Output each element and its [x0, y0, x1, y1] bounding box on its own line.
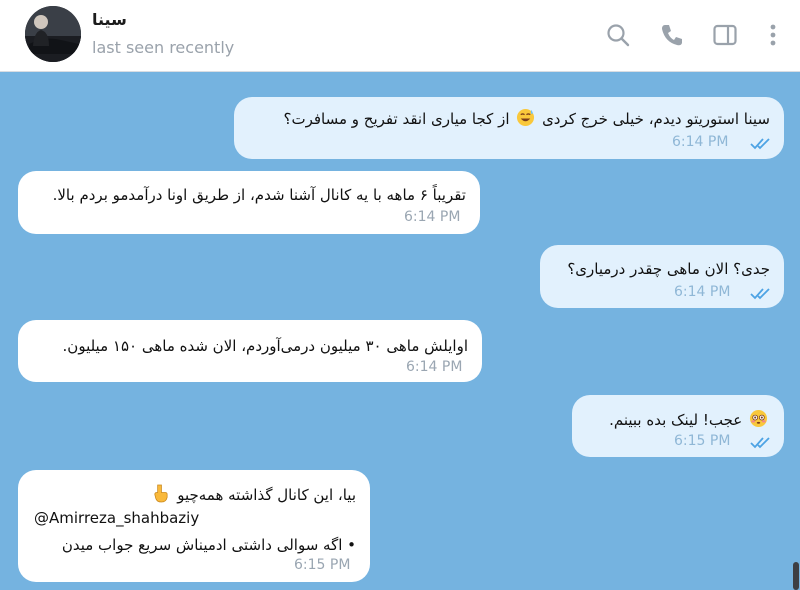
message-incoming[interactable]: تقریباً ۶ ماهه با یه کانال آشنا شدم، از …: [18, 171, 480, 234]
double-check-icon: [750, 287, 774, 301]
message-text: سینا استوریتو دیدم، خیلی خرج کردی از کجا…: [283, 108, 770, 129]
message-outgoing[interactable]: عجب! لینک بده ببینم. 6:15 PM: [572, 395, 784, 457]
message-text: عجب! لینک بده ببینم.: [609, 409, 770, 430]
more-vertical-icon[interactable]: [760, 22, 782, 48]
phone-icon[interactable]: [659, 22, 685, 48]
message-text-part: سینا استوریتو دیدم، خیلی خرج کردی: [542, 110, 770, 128]
message-text: جدی؟ الان ماهی چقدر درمیاری؟: [567, 260, 770, 278]
avatar-photo: [25, 6, 81, 62]
point-down-emoji-icon: [154, 484, 168, 503]
double-check-icon: [750, 436, 774, 450]
message-text: بیا، این کانال گذاشته همه‌چیو: [149, 484, 356, 505]
message-text: اوایلش ماهی ۳۰ میلیون درمی‌آوردم، الان ش…: [62, 337, 468, 355]
double-check-icon: [750, 137, 774, 151]
contact-status: last seen recently: [92, 38, 235, 57]
message-time: 6:14 PM: [672, 134, 729, 150]
sidebar-toggle-icon[interactable]: [712, 22, 738, 48]
avatar[interactable]: [25, 6, 81, 62]
message-text-part: از کجا میاری انقد تفریح و مسافرت؟: [283, 110, 510, 128]
chat-header: سینا last seen recently: [0, 0, 800, 72]
search-icon[interactable]: [605, 22, 631, 48]
message-time: 6:14 PM: [406, 359, 463, 375]
message-outgoing[interactable]: سینا استوریتو دیدم، خیلی خرج کردی از کجا…: [234, 97, 784, 159]
message-time: 6:15 PM: [674, 433, 731, 449]
message-time: 6:14 PM: [404, 209, 461, 225]
message-time: 6:15 PM: [294, 557, 351, 573]
message-incoming[interactable]: اوایلش ماهی ۳۰ میلیون درمی‌آوردم، الان ش…: [18, 320, 482, 382]
channel-link[interactable]: @Amirreza_shahbaziy: [34, 508, 199, 528]
message-text-part: بیا، این کانال گذاشته همه‌چیو: [177, 486, 356, 504]
message-text: • اگه سوالی داشتی ادمیناش سریع جواب میدن: [61, 536, 356, 554]
message-text-part: عجب! لینک بده ببینم.: [609, 411, 743, 429]
contact-name[interactable]: سینا: [92, 10, 127, 29]
message-time: 6:14 PM: [674, 284, 731, 300]
scrollbar[interactable]: [793, 562, 799, 590]
sweat-smile-emoji-icon: [517, 108, 535, 127]
flushed-face-emoji-icon: [749, 409, 768, 428]
message-outgoing[interactable]: جدی؟ الان ماهی چقدر درمیاری؟ 6:14 PM: [540, 245, 784, 308]
message-incoming[interactable]: بیا، این کانال گذاشته همه‌چیو @Amirreza_…: [18, 470, 370, 582]
message-text: تقریباً ۶ ماهه با یه کانال آشنا شدم، از …: [52, 186, 466, 204]
